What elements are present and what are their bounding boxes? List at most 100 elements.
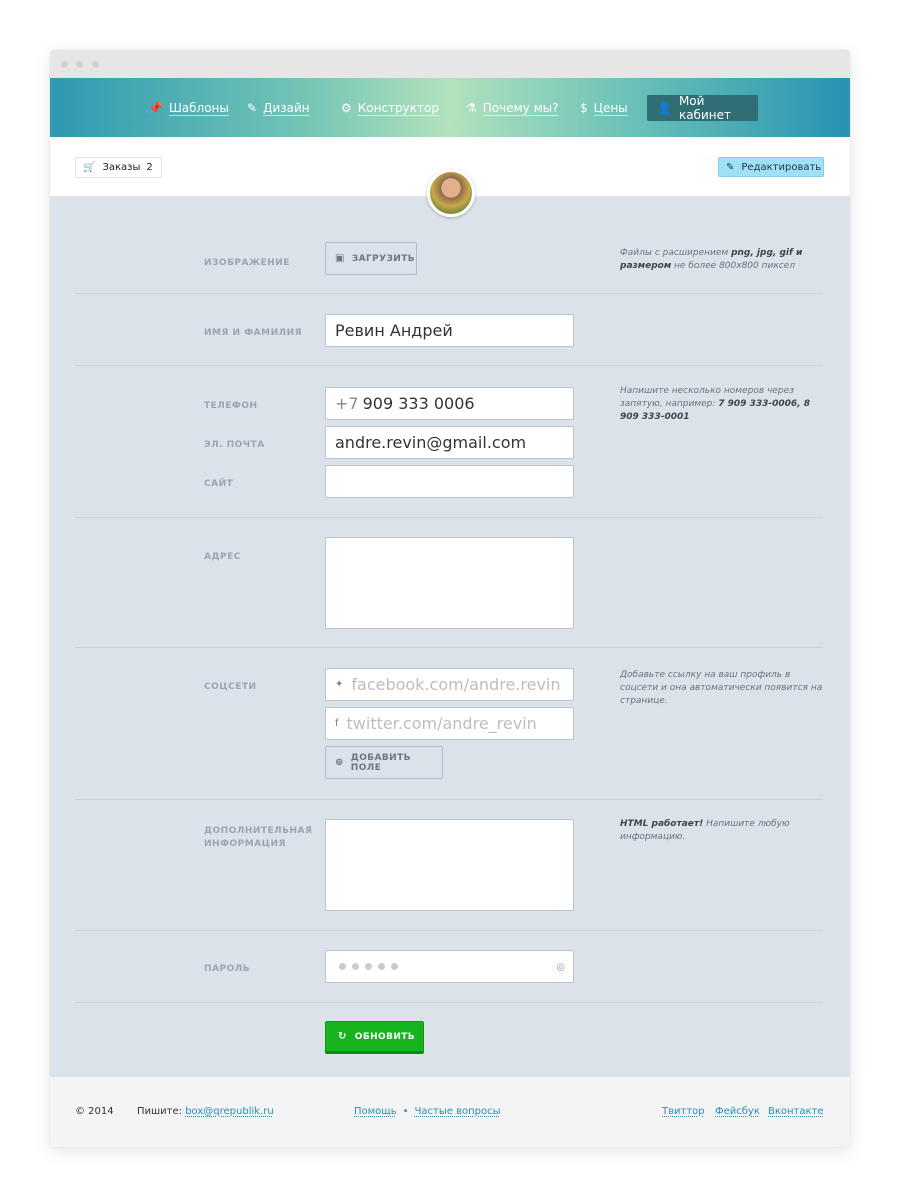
facebook-link[interactable]: Фейсбук	[715, 1106, 760, 1117]
footer-email-link[interactable]: box@qrepublik.ru	[185, 1106, 273, 1117]
name-label: ИМЯ И ФАМИЛИЯ	[204, 328, 303, 338]
orders-count: 2	[146, 162, 153, 173]
password-dot	[352, 963, 359, 970]
vk-link-wrap: Вконтакте	[768, 1106, 824, 1117]
orders-label: Заказы	[102, 162, 141, 173]
image-hint: Файлы с расширением png, jpg, gif и разм…	[620, 247, 830, 273]
nav-item-label: Конструктор	[357, 100, 439, 115]
image-hint-text: Файлы с расширением	[620, 248, 732, 258]
nav-item-label: Почему мы?	[482, 100, 559, 115]
user-icon: 👤	[657, 101, 672, 115]
facebook-link-wrap: Фейсбук	[715, 1106, 760, 1117]
facebook-placeholder: facebook.com/andre.revin	[351, 675, 561, 694]
contact: Пишите: box@qrepublik.ru	[137, 1106, 274, 1117]
social-hint: Добавьте ссылку на ваш профиль в соцсети…	[620, 670, 823, 706]
plus-circle-icon: ⊕	[335, 757, 344, 768]
upload-button[interactable]: ▣ ЗАГРУЗИТЬ	[325, 242, 417, 275]
phone-label: ТЕЛЕФОН	[204, 401, 258, 411]
avatar[interactable]	[427, 169, 475, 217]
refresh-icon: ↻	[338, 1031, 347, 1042]
nav-item-why-us[interactable]: ⚗ Почему мы?	[466, 78, 558, 137]
phone-hint: Напишите несколько номеров через запятую…	[620, 385, 830, 424]
flask-icon: ⚗	[466, 100, 477, 115]
pencil-icon: ✎	[726, 161, 735, 173]
image-icon: ▣	[335, 253, 345, 264]
copyright: © 2014	[75, 1106, 114, 1117]
extra-info-hint: HTML работает! Напишите любую информацию…	[620, 818, 800, 844]
nav-item-design[interactable]: ✎ Дизайн	[247, 78, 310, 137]
email-value: andre.revin@gmail.com	[335, 433, 527, 452]
divider	[75, 293, 823, 294]
faq-link[interactable]: Частые вопросы	[415, 1106, 501, 1117]
twitter-placeholder: twitter.com/andre_revin	[346, 714, 537, 733]
twitter-link-wrap: Твиттор	[662, 1106, 705, 1117]
pin-icon: 📌	[148, 100, 163, 115]
bullet-separator: •	[402, 1106, 409, 1117]
footer-help-links: Помощь • Частые вопросы	[354, 1106, 500, 1117]
add-field-button[interactable]: ⊕ ДОБАВИТЬ ПОЛЕ	[325, 746, 443, 779]
extra-info-hint-bold: HTML работает!	[620, 819, 704, 829]
help-link[interactable]: Помощь	[354, 1106, 397, 1117]
twitter-link[interactable]: Твиттор	[662, 1106, 705, 1117]
extra-info-label: ДОПОЛНИТЕЛЬНАЯ ИНФОРМАЦИЯ	[204, 826, 313, 849]
phone-prefix: +7	[335, 394, 359, 413]
phone-field[interactable]: +7 909 333 0006	[325, 387, 574, 420]
twitter-field[interactable]: f twitter.com/andre_revin	[325, 707, 574, 740]
window-maximize-dot[interactable]	[92, 61, 99, 68]
extra-info-textarea[interactable]	[325, 819, 574, 911]
password-dot	[391, 963, 398, 970]
browser-window: 📌 Шаблоны ✎ Дизайн ⚙ Конструктор ⚗ Почем…	[50, 50, 850, 1147]
password-dot	[339, 963, 346, 970]
window-titlebar	[50, 50, 850, 78]
social-label: СОЦСЕТИ	[204, 682, 257, 692]
profile-form: ИЗОБРАЖЕНИЕ ▣ ЗАГРУЗИТЬ Файлы с расширен…	[50, 197, 850, 1076]
nav-item-templates[interactable]: 📌 Шаблоны	[148, 78, 229, 137]
nav-item-my-cabinet[interactable]: 👤 Мой кабинет	[647, 94, 758, 122]
nav-item-label: Мой кабинет	[678, 94, 731, 122]
password-field[interactable]: ◎	[325, 950, 574, 983]
name-field[interactable]: Ревин Андрей	[325, 314, 574, 347]
email-field[interactable]: andre.revin@gmail.com	[325, 426, 574, 459]
password-dot	[365, 963, 372, 970]
divider	[75, 799, 823, 800]
site-label: САЙТ	[204, 479, 234, 489]
facebook-f-icon: f	[335, 718, 339, 729]
cart-icon: 🛒	[83, 162, 96, 173]
dollar-icon: $	[580, 100, 588, 115]
window-close-dot[interactable]	[61, 61, 68, 68]
image-label: ИЗОБРАЖЕНИЕ	[204, 258, 290, 268]
phone-value: 909 333 0006	[362, 394, 475, 413]
divider	[75, 517, 823, 518]
write-label: Пишите:	[137, 1106, 183, 1117]
divider	[75, 647, 823, 648]
password-label: ПАРОЛЬ	[204, 964, 251, 974]
email-label: ЭЛ. ПОЧТА	[204, 440, 265, 450]
divider	[75, 930, 823, 931]
gears-icon: ⚙	[341, 100, 352, 115]
nav-item-label: Цены	[593, 100, 628, 115]
vk-link[interactable]: Вконтакте	[768, 1106, 824, 1117]
facebook-field[interactable]: ✦ facebook.com/andre.revin	[325, 668, 574, 701]
image-hint-size: не более 800x800 пиксел	[671, 261, 796, 271]
twitter-bird-icon: ✦	[335, 679, 344, 690]
eye-slash-icon[interactable]: ◎	[556, 962, 565, 973]
footer: © 2014 Пишите: box@qrepublik.ru Помощь • Ч…	[50, 1076, 850, 1147]
orders-button[interactable]: 🛒 Заказы 2	[75, 157, 162, 178]
update-label: ОБНОВИТЬ	[354, 1031, 416, 1042]
site-field[interactable]	[325, 465, 574, 498]
password-dot	[378, 963, 385, 970]
magic-wand-icon: ✎	[247, 100, 258, 115]
nav-item-prices[interactable]: $ Цены	[580, 78, 628, 137]
divider	[75, 365, 823, 366]
divider	[75, 1002, 823, 1003]
edit-button[interactable]: ✎ Редактировать	[718, 157, 824, 177]
add-field-label: ДОБАВИТЬ ПОЛЕ	[350, 752, 411, 773]
nav-item-label: Шаблоны	[168, 100, 229, 115]
edit-label: Редактировать	[741, 161, 822, 173]
nav-item-constructor[interactable]: ⚙ Конструктор	[341, 78, 439, 137]
upload-label: ЗАГРУЗИТЬ	[351, 253, 416, 264]
address-textarea[interactable]	[325, 537, 574, 629]
nav-item-label: Дизайн	[263, 100, 310, 115]
window-minimize-dot[interactable]	[76, 61, 83, 68]
update-button[interactable]: ↻ ОБНОВИТЬ	[325, 1021, 424, 1054]
